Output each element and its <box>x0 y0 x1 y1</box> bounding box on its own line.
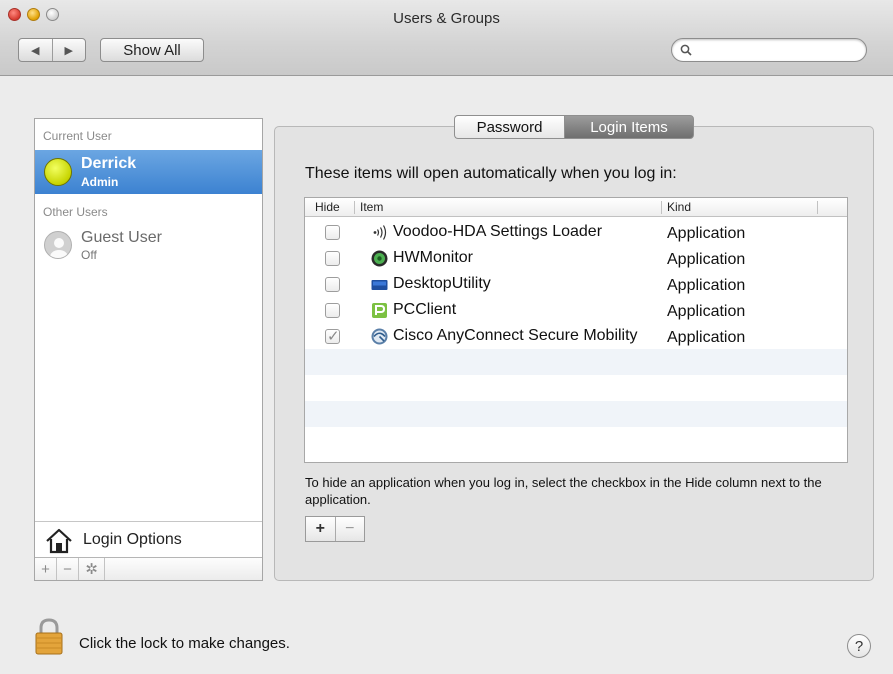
cisco-anyconnect-icon <box>371 328 388 345</box>
login-items-add-remove: + − <box>305 516 365 542</box>
empty-row <box>305 427 847 453</box>
column-divider <box>661 201 662 214</box>
hide-checkbox[interactable] <box>325 277 340 292</box>
user-role: Admin <box>81 175 119 189</box>
window-titlebar: Users & Groups ◀ ▶ Show All <box>0 0 893 76</box>
table-row[interactable]: HWMonitor Application <box>305 245 847 271</box>
lock-icon[interactable] <box>34 618 64 656</box>
table-row[interactable]: Voodoo-HDA Settings Loader Application <box>305 219 847 245</box>
gear-icon[interactable]: ✲ <box>79 558 105 580</box>
item-kind: Application <box>667 225 746 242</box>
users-sidebar: Current User Derrick Admin Other Users G… <box>34 118 263 581</box>
login-options-label: Login Options <box>83 531 182 548</box>
empty-row <box>305 349 847 375</box>
login-options-item[interactable]: Login Options <box>35 521 262 557</box>
current-user-header: Current User <box>43 129 112 143</box>
empty-row <box>305 401 847 427</box>
guest-user-status: Off <box>81 248 97 262</box>
item-kind: Application <box>667 251 746 268</box>
item-kind: Application <box>667 303 746 320</box>
item-name: DesktopUtility <box>393 275 491 292</box>
item-name: PCClient <box>393 301 457 318</box>
item-kind: Application <box>667 277 746 294</box>
back-button[interactable]: ◀ <box>19 39 52 61</box>
column-header-hide[interactable]: Hide <box>315 200 340 214</box>
user-row-guest[interactable]: Guest User Off <box>35 229 262 273</box>
pcclient-icon <box>372 303 387 318</box>
user-name: Derrick <box>81 155 137 172</box>
hide-checkbox[interactable] <box>325 251 340 266</box>
sound-waves-icon <box>373 225 387 240</box>
table-row[interactable]: PCClient Application <box>305 297 847 323</box>
search-icon <box>680 44 692 56</box>
tennis-ball-icon <box>44 158 72 186</box>
item-name: Cisco AnyConnect Secure Mobility <box>393 327 638 344</box>
hide-checkbox-checked[interactable] <box>325 327 340 345</box>
tab-bar: Password Login Items <box>454 115 694 139</box>
item-kind: Application <box>667 329 746 346</box>
house-icon <box>46 528 72 554</box>
table-row[interactable]: DesktopUtility Application <box>305 271 847 297</box>
column-divider <box>817 201 818 214</box>
user-row-derrick[interactable]: Derrick Admin <box>35 150 262 194</box>
add-login-item-button[interactable]: + <box>306 517 335 541</box>
column-header-kind[interactable]: Kind <box>667 200 691 214</box>
empty-row <box>305 375 847 401</box>
tab-password[interactable]: Password <box>454 115 564 139</box>
help-button[interactable]: ? <box>847 634 871 658</box>
show-all-button[interactable]: Show All <box>100 38 204 62</box>
forward-button[interactable]: ▶ <box>51 39 86 61</box>
remove-login-item-button[interactable]: − <box>334 517 365 541</box>
other-users-header: Other Users <box>43 205 108 219</box>
search-input[interactable] <box>698 42 858 58</box>
search-field[interactable] <box>671 38 867 62</box>
login-items-table: Hide Item Kind Voodoo-HDA Settings Loade… <box>304 197 848 463</box>
sidebar-button-bar: + − ✲ <box>35 557 262 580</box>
guest-user-name: Guest User <box>81 229 162 246</box>
hwmonitor-icon <box>371 250 388 267</box>
add-user-button[interactable]: + <box>35 558 57 580</box>
column-divider <box>354 201 355 214</box>
column-header-item[interactable]: Item <box>360 200 383 214</box>
login-items-intro: These items will open automatically when… <box>305 165 677 182</box>
table-row[interactable]: Cisco AnyConnect Secure Mobility Applica… <box>305 323 847 349</box>
guest-avatar-icon <box>44 231 72 259</box>
back-forward-control: ◀ ▶ <box>18 38 86 62</box>
item-name: Voodoo-HDA Settings Loader <box>393 223 603 240</box>
hide-hint-text: To hide an application when you log in, … <box>305 475 822 507</box>
remove-user-button[interactable]: − <box>57 558 79 580</box>
hide-checkbox[interactable] <box>325 303 340 318</box>
table-header: Hide Item Kind <box>305 198 847 217</box>
item-name: HWMonitor <box>393 249 474 266</box>
window-title: Users & Groups <box>393 10 500 27</box>
hide-checkbox[interactable] <box>325 225 340 240</box>
tab-login-items[interactable]: Login Items <box>564 115 694 139</box>
lock-message: Click the lock to make changes. <box>79 635 290 652</box>
desktop-utility-icon <box>371 280 388 290</box>
